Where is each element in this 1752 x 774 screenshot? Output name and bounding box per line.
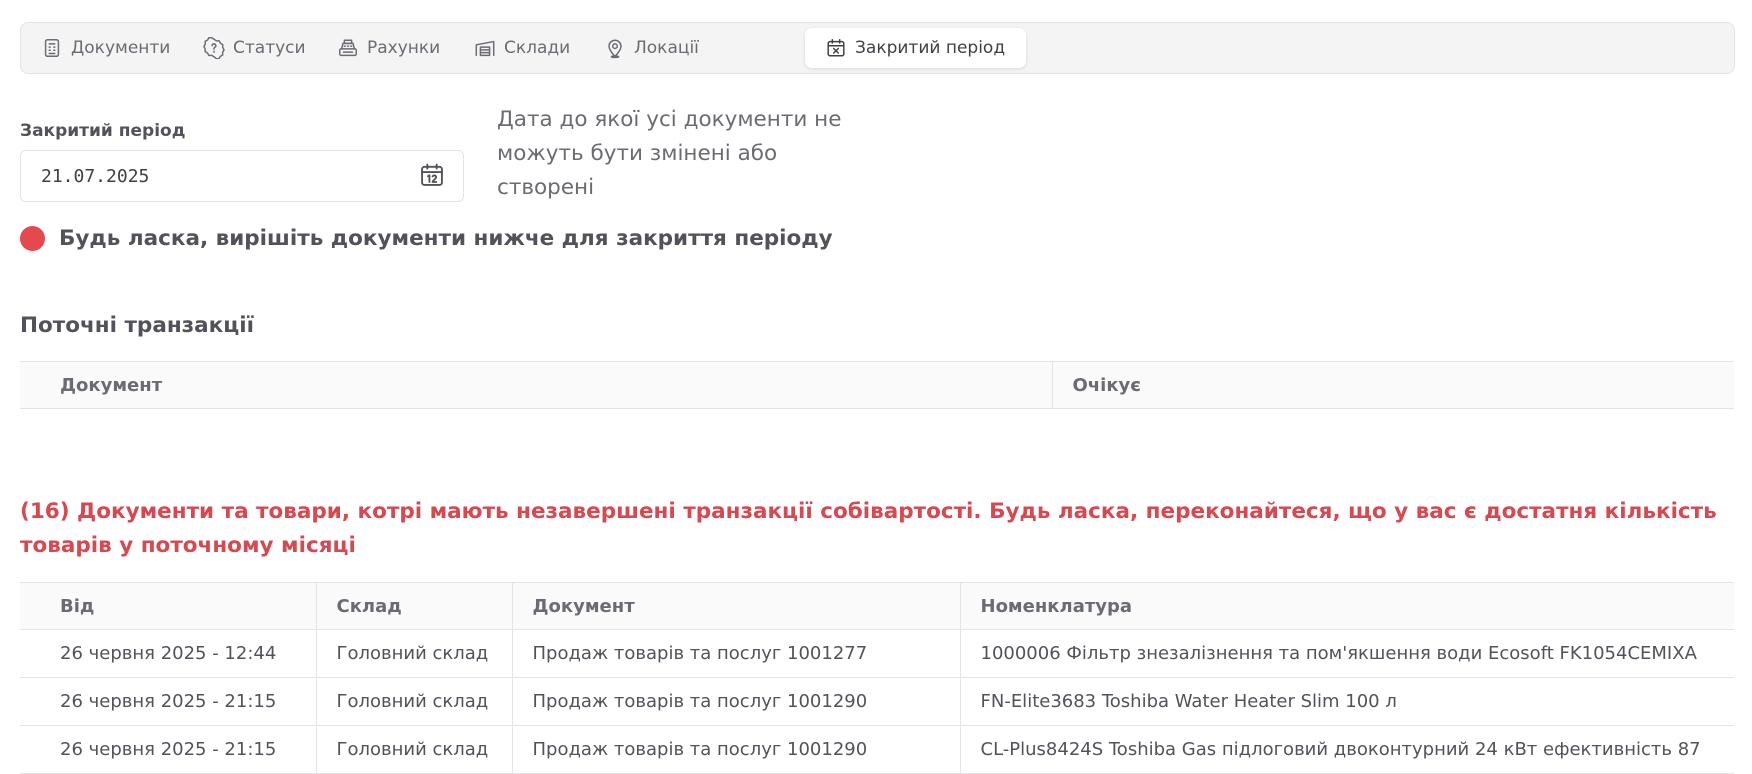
tab-label: Локації — [634, 38, 699, 58]
calendar-picker-button[interactable] — [418, 161, 446, 189]
warning-banner: Будь ласка, вирішіть документи нижче для… — [20, 226, 833, 251]
current-transactions-title: Поточні транзакції — [20, 313, 254, 338]
table-header-row: Документ Очікує — [20, 361, 1734, 409]
status-dot-icon — [20, 226, 45, 251]
table-header-row: Від Склад Документ Номенклатура — [20, 582, 1734, 630]
unfinished-transactions-table: Від Склад Документ Номенклатура 26 червн… — [20, 582, 1734, 774]
cell-date: 26 червня 2025 - 12:44 — [20, 629, 316, 678]
column-header-nomenclature[interactable]: Номенклатура — [959, 582, 1734, 630]
column-header-document[interactable]: Документ — [511, 582, 960, 630]
warehouse-icon — [475, 40, 495, 57]
unfinished-transactions-message: (16) Документи та товари, котрі мають не… — [20, 499, 1717, 558]
column-header-pending[interactable]: Очікує — [1051, 361, 1734, 409]
warning-message: Будь ласка, вирішіть документи нижче для… — [59, 226, 833, 251]
current-transactions-table: Документ Очікує — [20, 361, 1734, 409]
table-row[interactable]: 26 червня 2025 - 21:15 Головний склад Пр… — [20, 725, 1734, 774]
cash-register-icon — [339, 39, 357, 57]
settings-tab-bar: Документи Статуси Рахунки Склади Локації… — [20, 22, 1735, 74]
cell-date: 26 червня 2025 - 21:15 — [20, 725, 316, 774]
tab-label: Документи — [71, 38, 171, 58]
cell-nomenclature: CL-Plus8424S Toshiba Gas підлоговий двок… — [959, 725, 1734, 774]
cell-date: 26 червня 2025 - 21:15 — [20, 677, 316, 726]
tab-locations[interactable]: Локації — [584, 28, 734, 68]
closed-period-help-text: Дата до якої усі документи не можуть бут… — [497, 107, 842, 200]
cell-warehouse: Головний склад — [315, 677, 512, 726]
tab-label: Статуси — [233, 38, 306, 58]
cell-document-link[interactable]: Продаж товарів та послуг 1001290 — [511, 725, 960, 774]
tab-label: Склади — [504, 38, 571, 58]
tab-documents[interactable]: Документи — [21, 28, 186, 68]
calendar-icon — [421, 163, 443, 186]
status-badge-icon — [203, 37, 225, 59]
closed-period-date-input[interactable] — [20, 150, 464, 202]
tab-accounts[interactable]: Рахунки — [317, 28, 467, 68]
tab-closed-period[interactable]: Закритий період — [805, 28, 1026, 68]
table-row[interactable]: 26 червня 2025 - 12:44 Головний склад Пр… — [20, 629, 1734, 678]
table-row[interactable]: 26 червня 2025 - 21:15 Головний склад Пр… — [20, 677, 1734, 726]
column-header-document[interactable]: Документ — [20, 361, 1052, 409]
cell-nomenclature: FN-Elite3683 Toshiba Water Heater Slim 1… — [959, 677, 1734, 726]
closed-period-label: Закритий період — [20, 121, 186, 141]
document-icon — [44, 39, 60, 57]
location-pin-icon — [608, 39, 622, 59]
column-header-warehouse[interactable]: Склад — [315, 582, 512, 630]
cell-document-link[interactable]: Продаж товарів та послуг 1001290 — [511, 677, 960, 726]
cell-document-link[interactable]: Продаж товарів та послуг 1001277 — [511, 629, 960, 678]
tab-label: Рахунки — [367, 38, 441, 58]
tab-label: Закритий період — [855, 38, 1006, 58]
cell-warehouse: Головний склад — [315, 629, 512, 678]
cell-warehouse: Головний склад — [315, 725, 512, 774]
column-header-from[interactable]: Від — [20, 582, 316, 630]
cell-nomenclature: 1000006 Фільтр знезалізнення та пом'якше… — [959, 629, 1734, 678]
calendar-x-icon — [827, 39, 845, 57]
tab-statuses[interactable]: Статуси — [183, 28, 323, 68]
tab-warehouses[interactable]: Склади — [454, 28, 604, 68]
